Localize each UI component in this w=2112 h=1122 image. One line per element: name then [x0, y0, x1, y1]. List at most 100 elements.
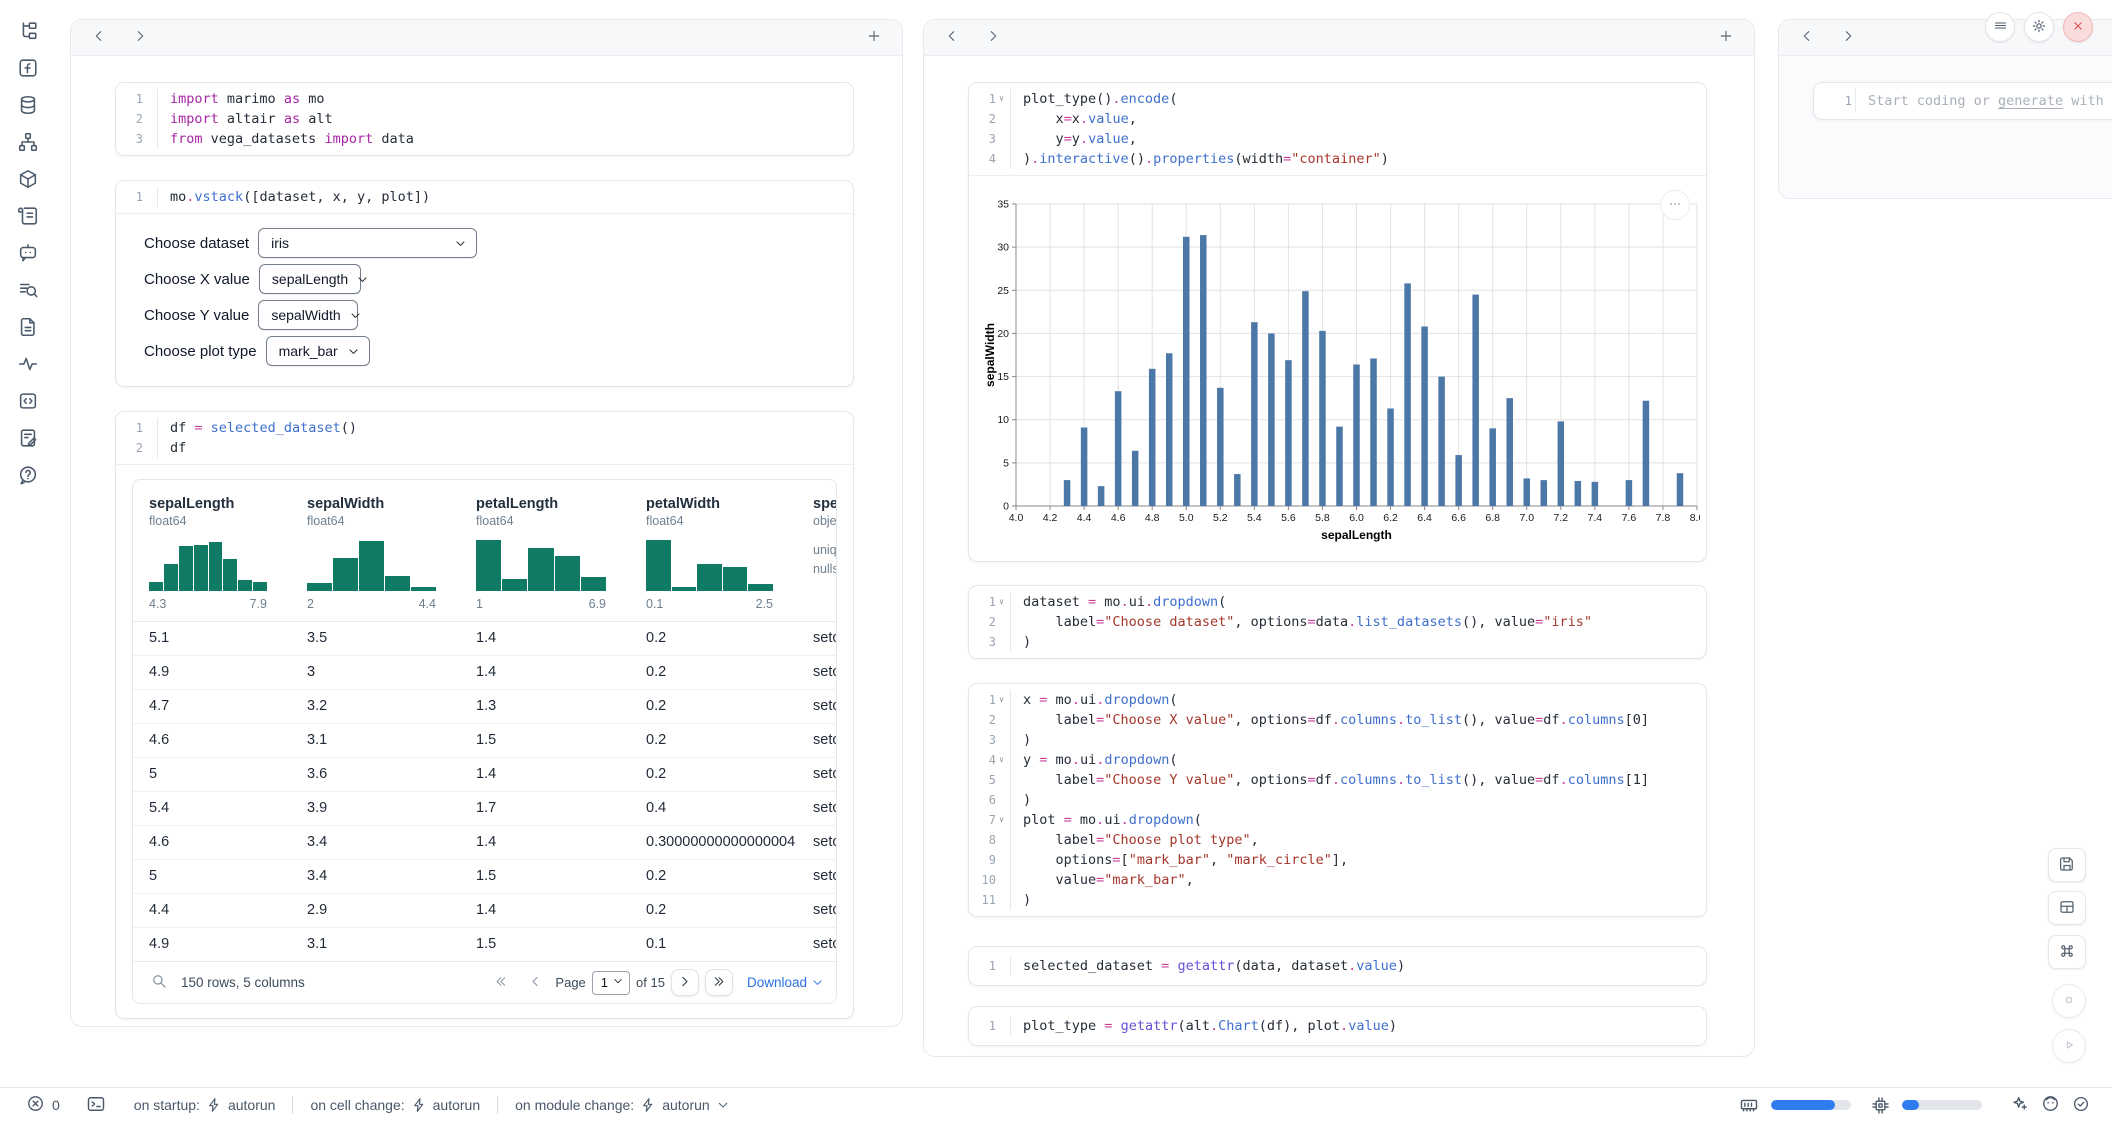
code-editor[interactable]: 1selected_dataset = getattr(data, datase…	[969, 950, 1706, 982]
sidebar-item-logs[interactable]	[9, 273, 47, 310]
cpu-meter[interactable]	[1902, 1100, 1982, 1110]
sidebar-item-file-tree[interactable]	[9, 14, 47, 51]
collapse-left-button[interactable]	[938, 25, 966, 51]
cell-dataset-dropdown[interactable]: 1∨dataset = mo.ui.dropdown(2 label="Choo…	[968, 585, 1707, 659]
feedback-button[interactable]	[2041, 1094, 2060, 1116]
add-cell-button[interactable]	[860, 25, 888, 51]
dropdown-select-x[interactable]: sepalLength	[259, 264, 361, 294]
column-header-petalWidth[interactable]: petalWidthfloat640.12.5	[630, 480, 797, 621]
code-placeholder[interactable]: Start coding or generate with AI	[1856, 89, 2112, 113]
sidebar-item-tracing[interactable]	[9, 347, 47, 384]
sidebar-item-database[interactable]	[9, 88, 47, 125]
prev-page-button[interactable]	[521, 969, 549, 996]
stop-button[interactable]	[2052, 984, 2086, 1018]
column-histogram[interactable]	[646, 537, 773, 591]
cell-empty[interactable]: 1 Start coding or generate with AI	[1813, 82, 2112, 120]
table-row[interactable]: 4.93.11.50.1setosa	[133, 928, 836, 961]
bar-chart[interactable]: 4.04.24.44.64.85.05.25.45.65.86.06.26.46…	[984, 189, 1706, 550]
dropdown-select-plot-type[interactable]: mark_bar	[266, 336, 370, 366]
sidebar-item-scratchpad[interactable]	[9, 421, 47, 458]
fold-marker[interactable]: ∨	[996, 592, 1007, 612]
fold-marker[interactable]: ∨	[996, 810, 1007, 830]
sidebar-item-chat[interactable]	[9, 236, 47, 273]
add-cell-button[interactable]	[1712, 25, 1740, 51]
column-header-sepalLength[interactable]: sepalLengthfloat644.37.9	[133, 480, 291, 621]
table-row[interactable]: 4.63.11.50.2setosa	[133, 724, 836, 758]
table-row[interactable]: 53.41.50.2setosa	[133, 860, 836, 894]
dropdown-select-y[interactable]: sepalWidth	[258, 300, 358, 330]
collapse-left-button[interactable]	[85, 25, 113, 51]
download-button[interactable]: Download	[747, 975, 824, 990]
table-row[interactable]: 4.931.40.2setosa	[133, 656, 836, 690]
sidebar-item-functions[interactable]	[9, 51, 47, 88]
errors-badge[interactable]: 0	[26, 1094, 60, 1116]
cell-plot[interactable]: 1∨plot_type().encode(2 x=x.value,3 y=y.v…	[968, 82, 1707, 562]
shortcuts-button[interactable]	[2048, 935, 2086, 969]
save-button[interactable]	[2048, 848, 2086, 882]
sidebar-item-documentation[interactable]	[9, 310, 47, 347]
run-button[interactable]	[2052, 1029, 2086, 1063]
page-select[interactable]: 1	[592, 971, 630, 995]
table-cell: setosa	[797, 622, 836, 655]
shutdown-button[interactable]	[2063, 12, 2093, 42]
table-row[interactable]: 53.61.40.2setosa	[133, 758, 836, 792]
table-row[interactable]: 5.43.91.70.4setosa	[133, 792, 836, 826]
code-editor[interactable]: 1plot_type = getattr(alt.Chart(df), plot…	[969, 1010, 1706, 1042]
code-editor[interactable]: 1df = selected_dataset()2df	[116, 412, 853, 464]
chevron-left-icon	[91, 28, 107, 47]
ai-assistant-button[interactable]	[2010, 1094, 2029, 1116]
code-editor[interactable]: 1∨x = mo.ui.dropdown(2 label="Choose X v…	[969, 684, 1706, 916]
fold-marker[interactable]: ∨	[996, 89, 1007, 109]
sidebar-item-snippets[interactable]	[9, 384, 47, 421]
cell-plot-type[interactable]: 1plot_type = getattr(alt.Chart(df), plot…	[968, 1006, 1707, 1046]
cell-vstack[interactable]: 1mo.vstack([dataset, x, y, plot]) Choose…	[115, 180, 854, 387]
table-row[interactable]: 5.13.51.40.2setosa	[133, 622, 836, 656]
line-number: 7	[989, 810, 996, 830]
fold-marker[interactable]: ∨	[996, 750, 1007, 770]
column-header-petalLength[interactable]: petalLengthfloat6416.9	[460, 480, 630, 621]
chart-actions-button[interactable]	[1660, 190, 1690, 220]
table-row[interactable]: 4.73.21.30.2setosa	[133, 690, 836, 724]
settings-button[interactable]	[2024, 12, 2054, 42]
column-header-species[interactable]: speciesobjectunique:nulls:	[797, 480, 836, 621]
runtime-config-0[interactable]: on startup:autorun	[134, 1097, 276, 1113]
connection-status-button[interactable]	[2072, 1095, 2090, 1116]
scripts-icon	[17, 205, 39, 230]
collapse-right-button[interactable]	[1834, 25, 1862, 51]
cell-imports[interactable]: 1import marimo as mo2import altair as al…	[115, 82, 854, 156]
fold-marker[interactable]: ∨	[996, 690, 1007, 710]
code-editor[interactable]: 1import marimo as mo2import altair as al…	[116, 83, 853, 155]
table-row[interactable]: 4.42.91.40.2setosa	[133, 894, 836, 928]
runtime-config-2[interactable]: on module change:autorun	[515, 1097, 730, 1113]
column-histogram[interactable]	[307, 537, 436, 591]
collapse-left-button[interactable]	[1793, 25, 1821, 51]
table-scroller[interactable]: sepalLengthfloat644.37.9sepalWidthfloat6…	[133, 480, 836, 961]
memory-meter[interactable]	[1771, 1100, 1851, 1110]
next-page-button[interactable]	[671, 969, 699, 996]
table-row[interactable]: 4.63.41.40.30000000000000004setosa	[133, 826, 836, 860]
sidebar-item-dependency-graph[interactable]	[9, 125, 47, 162]
column-histogram[interactable]	[149, 537, 267, 591]
collapse-right-button[interactable]	[126, 25, 154, 51]
generate-link[interactable]: generate	[1998, 93, 2063, 109]
notebook-menu-button[interactable]	[1985, 12, 2015, 42]
cell-xy-plot-dropdowns[interactable]: 1∨x = mo.ui.dropdown(2 label="Choose X v…	[968, 683, 1707, 917]
cell-selected-dataset[interactable]: 1selected_dataset = getattr(data, datase…	[968, 946, 1707, 986]
layout-button[interactable]	[2048, 891, 2086, 925]
table-search-button[interactable]	[145, 969, 173, 996]
column-header-sepalWidth[interactable]: sepalWidthfloat6424.4	[291, 480, 460, 621]
sidebar-item-scripts[interactable]	[9, 199, 47, 236]
sidebar-item-help[interactable]	[9, 458, 47, 495]
first-page-button[interactable]	[487, 969, 515, 996]
code-editor[interactable]: 1∨plot_type().encode(2 x=x.value,3 y=y.v…	[969, 83, 1706, 175]
column-histogram[interactable]	[476, 537, 606, 591]
dropdown-select-dataset[interactable]: iris	[258, 228, 477, 258]
terminal-button[interactable]	[86, 1094, 106, 1117]
collapse-right-button[interactable]	[979, 25, 1007, 51]
runtime-config-1[interactable]: on cell change:autorun	[310, 1097, 480, 1113]
code-editor[interactable]: 1∨dataset = mo.ui.dropdown(2 label="Choo…	[969, 586, 1706, 658]
sidebar-item-packages[interactable]	[9, 162, 47, 199]
cell-dataframe[interactable]: 1df = selected_dataset()2df sepalLengthf…	[115, 411, 854, 1019]
last-page-button[interactable]	[705, 969, 733, 996]
code-editor[interactable]: 1mo.vstack([dataset, x, y, plot])	[116, 181, 853, 213]
